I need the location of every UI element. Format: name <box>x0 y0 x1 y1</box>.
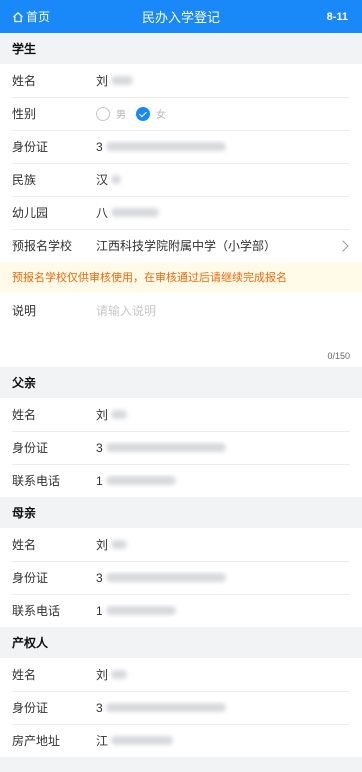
field-label: 身份证 <box>12 441 49 455</box>
mother-id-field[interactable]: 身份证 3 <box>0 561 362 594</box>
owner-id-field[interactable]: 身份证 3 <box>0 691 362 724</box>
field-label: 身份证 <box>12 701 49 715</box>
student-gender-field: 性别 男 女 <box>0 97 362 130</box>
field-label: 姓名 <box>12 408 37 422</box>
home-label: 首页 <box>26 10 51 24</box>
father-id-value: 3 <box>96 441 350 455</box>
father-section-header: 父亲 <box>0 367 362 398</box>
student-name-field[interactable]: 姓名 刘 <box>0 64 362 97</box>
mother-phone-field[interactable]: 联系电话 1 <box>0 594 362 627</box>
field-label: 姓名 <box>12 538 37 552</box>
gender-radio-female[interactable]: 女 <box>136 106 166 121</box>
mother-id-value: 3 <box>96 571 350 585</box>
mother-section-header: 母亲 <box>0 497 362 528</box>
student-school-field[interactable]: 预报名学校 江西科技学院附属中学（小学部） <box>0 229 362 262</box>
student-kindergarten-value: 八 <box>96 204 350 221</box>
mother-phone-value: 1 <box>96 604 350 618</box>
owner-id-value: 3 <box>96 701 350 715</box>
field-label: 说明 <box>12 304 37 318</box>
owner-section-header: 产权人 <box>0 627 362 658</box>
mother-name-field[interactable]: 姓名 刘 <box>0 528 362 561</box>
radio-checked-icon <box>136 106 150 121</box>
student-id-field[interactable]: 身份证 3 <box>0 130 362 163</box>
field-label: 预报名学校 <box>12 239 73 253</box>
field-label: 姓名 <box>12 668 37 682</box>
owner-name-value: 刘 <box>96 666 350 683</box>
field-label: 幼儿园 <box>12 206 49 220</box>
gender-radio-group: 男 女 <box>96 106 166 121</box>
student-section-header: 学生 <box>0 33 362 64</box>
owner-address-field[interactable]: 房产地址 江 <box>0 724 362 757</box>
student-name-value: 刘 <box>96 72 350 89</box>
father-phone-field[interactable]: 联系电话 1 <box>0 464 362 497</box>
owner-name-field[interactable]: 姓名 刘 <box>0 658 362 691</box>
home-icon <box>13 11 23 22</box>
mother-name-value: 刘 <box>96 536 350 553</box>
home-back-button[interactable]: 首页 <box>12 0 50 33</box>
father-id-field[interactable]: 身份证 3 <box>0 431 362 464</box>
radio-icon <box>96 106 110 121</box>
school-value: 江西科技学院附属中学（小学部） <box>96 239 277 253</box>
owner-address-value: 江 <box>96 732 350 749</box>
field-label: 民族 <box>12 173 37 187</box>
student-ethnicity-value: 汉 <box>96 171 350 188</box>
field-label: 性别 <box>12 107 37 121</box>
field-label: 联系电话 <box>12 474 61 488</box>
gender-radio-male[interactable]: 男 <box>96 106 126 121</box>
field-label: 联系电话 <box>12 604 61 618</box>
field-label: 身份证 <box>12 140 49 154</box>
father-phone-value: 1 <box>96 474 350 488</box>
nav-right-text[interactable]: 8-11 <box>327 0 348 33</box>
father-name-field[interactable]: 姓名 刘 <box>0 398 362 431</box>
field-label: 房产地址 <box>12 734 61 748</box>
student-note-field: 说明 0/150 <box>0 292 362 367</box>
note-textarea[interactable] <box>96 302 350 344</box>
student-id-value: 3 <box>96 140 350 154</box>
student-ethnicity-field[interactable]: 民族 汉 <box>0 163 362 196</box>
chevron-right-icon <box>337 239 349 252</box>
page-title: 民办入学登记 <box>141 10 220 25</box>
student-kindergarten-field[interactable]: 幼儿园 八 <box>0 196 362 229</box>
school-notice: 预报名学校仅供审核使用，在审核通过后请继续完成报名 <box>0 262 362 292</box>
father-name-value: 刘 <box>96 406 350 423</box>
word-counter: 0/150 <box>327 351 350 361</box>
field-label: 身份证 <box>12 571 49 585</box>
nav-bar: 首页 民办入学登记 8-11 <box>0 0 362 33</box>
field-label: 姓名 <box>12 74 37 88</box>
